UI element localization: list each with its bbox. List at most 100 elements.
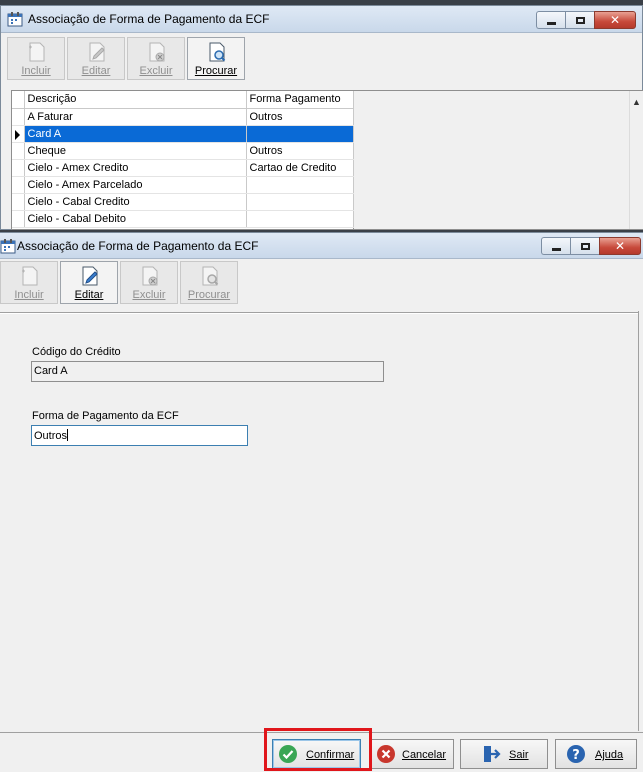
editar-label: Editar [74,289,104,301]
exit-door-icon [484,746,501,762]
scroll-up-icon[interactable]: ▲ [632,97,641,107]
highlight-box [264,728,372,771]
table-row[interactable]: Cielo - Amex Parcelado [12,176,354,194]
forma-pagamento-ecf-label: Forma de Pagamento da ECF [32,410,179,422]
incluir-label: Incluir [14,289,44,301]
back-window-controls: ✕ [536,11,636,29]
cancelar-button[interactable]: Cancelar [370,739,454,769]
front-editar-button[interactable]: Editar [60,261,118,304]
excluir-label: Excluir [139,65,173,77]
back-editar-button[interactable]: Editar [67,37,125,80]
front-titlebar: Associação de Forma de Pagamento da ECF … [0,233,643,259]
front-close-button[interactable]: ✕ [599,237,641,255]
minimize-icon [546,21,556,25]
front-window-title: Associação de Forma de Pagamento da ECF [17,239,259,253]
cell-descricao[interactable]: Cielo - Cabal Credito [24,193,247,211]
toolbar-separator [0,312,638,314]
row-indicator [12,125,25,143]
forma-pagamento-ecf-value: Outros [34,430,68,442]
procurar-label: Procurar [187,289,231,301]
table-row[interactable]: Cielo - Cabal Credito [12,193,354,211]
back-minimize-button[interactable] [536,11,565,29]
row-indicator [12,210,25,228]
table-row-selected[interactable]: Card A [12,125,354,143]
sair-label: Sair [509,749,529,761]
front-maximize-button[interactable] [570,237,599,255]
back-titlebar: Associação de Forma de Pagamento da ECF … [1,6,642,33]
row-indicator [12,159,25,177]
procurar-label: Procurar [194,65,238,77]
current-row-arrow-icon [15,129,20,140]
front-excluir-button[interactable]: Excluir [120,261,178,304]
incluir-label: Incluir [21,65,51,77]
table-row[interactable]: Cielo - Amex Credito Cartao de Credito [12,159,354,177]
new-document-icon [22,266,38,286]
codigo-credito-value: Card A [34,365,68,377]
cell-forma[interactable]: Cartao de Credito [246,159,354,177]
cell-descricao[interactable]: Cheque [24,142,247,160]
front-minimize-button[interactable] [541,237,570,255]
column-header-descricao[interactable]: Descrição [24,91,247,109]
cell-descricao[interactable]: Cielo - Amex Parcelado [24,176,247,194]
edit-document-icon [82,266,98,286]
delete-document-icon [142,266,158,286]
edit-document-icon [89,42,105,62]
back-procurar-button[interactable]: Procurar [187,37,245,80]
row-indicator [12,176,25,194]
front-window: Associação de Forma de Pagamento da ECF … [0,232,643,772]
cell-descricao[interactable]: A Faturar [24,108,247,126]
close-icon: ✕ [609,13,621,27]
codigo-credito-label: Código do Crédito [32,346,121,358]
back-incluir-button[interactable]: Incluir [7,37,65,80]
cell-forma[interactable] [246,210,354,228]
front-procurar-button[interactable]: Procurar [180,261,238,304]
cell-forma[interactable]: Outros [246,108,354,126]
grid-vertical-scrollbar[interactable]: ▲ [629,91,643,229]
grid-header-row: Descrição Forma Pagamento [12,91,354,109]
back-toolbar: Incluir Editar Excluir Procurar [7,37,245,81]
back-excluir-button[interactable]: Excluir [127,37,185,80]
front-window-controls: ✕ [541,237,641,255]
grid-empty-area [353,91,629,229]
front-toolbar: Incluir Editar Excluir Procurar [0,261,238,305]
help-question-icon: ? [567,745,585,763]
forma-pagamento-ecf-input[interactable]: Outros [31,425,248,446]
row-indicator [12,108,25,126]
ajuda-label: Ajuda [595,749,624,761]
cell-forma[interactable] [246,176,354,194]
back-close-button[interactable]: ✕ [594,11,636,29]
column-header-forma-pagamento[interactable]: Forma Pagamento [246,91,354,109]
minimize-icon [551,247,561,251]
cell-forma[interactable] [246,125,354,143]
maximize-icon [580,242,590,250]
payment-grid[interactable]: ▲ Descrição Forma Pagamento A Faturar Ou… [11,90,643,230]
table-row[interactable]: Cheque Outros [12,142,354,160]
cell-descricao[interactable]: Card A [24,125,247,143]
table-row[interactable]: A Faturar Outros [12,108,354,126]
search-document-icon [209,42,226,62]
svg-text:?: ? [572,748,580,763]
close-icon: ✕ [614,239,626,253]
maximize-icon [575,16,585,24]
calendar-app-icon [7,12,23,27]
search-document-icon [202,266,219,286]
sair-button[interactable]: Sair [460,739,548,769]
delete-document-icon [149,42,165,62]
cancel-x-icon [377,745,395,763]
cell-forma[interactable] [246,193,354,211]
cell-forma[interactable]: Outros [246,142,354,160]
cancelar-label: Cancelar [402,749,447,761]
grid-indicator-header [12,91,25,109]
table-row[interactable]: Cielo - Cabal Debito [12,210,354,228]
grid-table: Descrição Forma Pagamento A Faturar Outr… [12,91,354,228]
calendar-app-icon [0,239,16,254]
cell-descricao[interactable]: Cielo - Amex Credito [24,159,247,177]
row-indicator [12,193,25,211]
back-maximize-button[interactable] [565,11,594,29]
front-incluir-button[interactable]: Incluir [0,261,58,304]
editar-label: Editar [81,65,111,77]
panel-right-edge [638,311,643,731]
cell-descricao[interactable]: Cielo - Cabal Debito [24,210,247,228]
ajuda-button[interactable]: ? Ajuda [555,739,637,769]
codigo-credito-field: Card A [31,361,384,382]
